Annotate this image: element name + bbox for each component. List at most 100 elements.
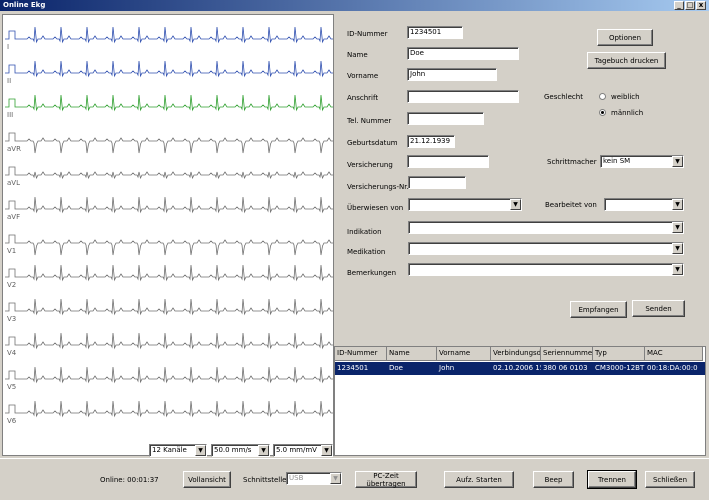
lead-label-i: I [7,43,10,51]
ecg-trace-avf [5,196,333,214]
ecg-trace-avr [5,132,333,154]
lead-label-v3: V3 [7,315,17,323]
ecg-trace-v1 [5,234,333,256]
column-header[interactable]: Seriennummer [541,347,593,361]
optionen-button[interactable]: Optionen [597,29,653,46]
anschrift-label: Anschrift [347,94,379,102]
weiblich-label: weiblich [611,93,640,101]
schnittstelle-select[interactable]: USB ▼ [286,472,342,485]
minimize-button[interactable]: _ [674,1,684,10]
status-bar: Online: 00:01:37 Vollansicht Schnittstel… [0,458,709,500]
gain-value: 5.0 mm/mV [276,446,317,454]
channels-select[interactable]: 12 Kanäle ▼ [149,444,207,457]
ecg-trace-ii [5,60,333,78]
schrittmacher-select[interactable]: kein SM ▼ [600,155,684,168]
ecg-trace-v4 [5,332,333,350]
lead-label-avl: aVL [7,179,20,187]
empfangen-button[interactable]: Empfangen [570,301,627,318]
schrittmacher-label: Schrittmacher [547,158,597,166]
speed-select[interactable]: 50.0 mm/s ▼ [211,444,270,457]
geburt-field[interactable]: 21.12.1939 [407,135,455,148]
lead-label-v4: V4 [7,349,17,357]
bearbeitet-label: Bearbeitet von [545,201,597,209]
schnittstelle-label: Schnittstelle [243,476,287,484]
geschlecht-label: Geschlecht [544,93,583,101]
table-cell: 02.10.2006 15 [493,364,541,372]
anschrift-field[interactable] [407,90,519,103]
chevron-down-icon: ▼ [672,156,683,167]
trennen-button[interactable]: Trennen [587,470,637,489]
vorname-label: Vorname [347,72,379,80]
medikation-select[interactable]: ▼ [408,242,684,255]
ueberwiesen-select[interactable]: ▼ [408,198,522,211]
pc-zeit-button[interactable]: PC-Zeit übertragen [355,471,417,488]
chevron-down-icon: ▼ [672,264,683,275]
chevron-down-icon: ▼ [258,445,269,456]
ecg-trace-i [5,26,333,44]
bemerkungen-label: Bemerkungen [347,269,397,277]
close-button[interactable]: x [696,1,706,10]
ecg-trace-v5 [5,366,333,384]
column-header[interactable]: Typ [593,347,645,361]
bemerkungen-select[interactable]: ▼ [408,263,684,276]
gain-select[interactable]: 5.0 mm/mV ▼ [273,444,333,457]
online-timer: Online: 00:01:37 [100,476,159,484]
vollansicht-button[interactable]: Vollansicht [183,471,231,488]
indikation-select[interactable]: ▼ [408,221,684,234]
tagebuch-button[interactable]: Tagebuch drucken [587,52,666,69]
versicherung-field[interactable] [407,155,489,168]
table-cell: Doe [389,364,403,372]
versnr-field[interactable] [408,176,466,189]
bearbeitet-select[interactable]: ▼ [604,198,684,211]
column-header[interactable]: Verbindungsda [491,347,541,361]
chevron-down-icon: ▼ [672,222,683,233]
maximize-button[interactable]: □ [685,1,695,10]
ueberwiesen-label: Überwiesen von [347,204,404,212]
senden-button[interactable]: Senden [632,300,685,317]
ecg-traces [5,26,333,418]
title-bar: Online Ekg _ □ x [0,0,709,11]
window-title: Online Ekg [3,1,46,9]
column-header[interactable]: ID-Nummer [335,347,387,361]
versnr-label: Versicherungs-Nr. [347,183,409,191]
speed-value: 50.0 mm/s [214,446,252,454]
table-cell: John [439,364,455,372]
column-header[interactable]: MAC [645,347,703,361]
lead-label-avr: aVR [7,145,21,153]
chevron-down-icon: ▼ [321,445,332,456]
chevron-down-icon: ▼ [510,199,521,210]
id-label: ID-Nummer [347,30,388,38]
ecg-trace-v2 [5,264,333,282]
beep-button[interactable]: Beep [533,471,574,488]
weiblich-radio[interactable] [599,93,606,100]
lead-label-avf: aVF [7,213,21,221]
chevron-down-icon: ▼ [195,445,206,456]
table-row[interactable]: 1234501 Doe John 02.10.2006 15 380 06 0103 CM… [335,362,705,375]
table-cell: 00:18:DA:00:0 [647,364,698,372]
schrittmacher-value: kein SM [603,157,631,165]
lead-label-v5: V5 [7,383,17,391]
versicherung-label: Versicherung [347,161,393,169]
table-cell: 1234501 [337,364,369,372]
maennlich-radio[interactable] [599,109,606,116]
tel-field[interactable] [407,112,484,125]
table-cell: CM3000-12BT [595,364,645,372]
vorname-field[interactable]: John [407,68,497,81]
tel-label: Tel. Nummer [347,117,392,125]
schnittstelle-value: USB [289,474,304,482]
schliessen-button[interactable]: Schließen [645,471,695,488]
ecg-trace-avl [5,166,333,180]
ecg-trace-iii [5,94,333,112]
ecg-trace-v6 [5,400,333,418]
indikation-label: Indikation [347,228,382,236]
name-label: Name [347,51,368,59]
chevron-down-icon: ▼ [672,243,683,254]
lead-label-iii: III [7,111,14,119]
name-field[interactable]: Doe [407,47,519,60]
aufz-starten-button[interactable]: Aufz. Starten [444,471,514,488]
lead-label-v1: V1 [7,247,17,255]
column-header[interactable]: Name [387,347,437,361]
id-field[interactable]: 1234501 [407,26,463,39]
lead-label-ii: II [7,77,12,85]
column-header[interactable]: Vorname [437,347,491,361]
